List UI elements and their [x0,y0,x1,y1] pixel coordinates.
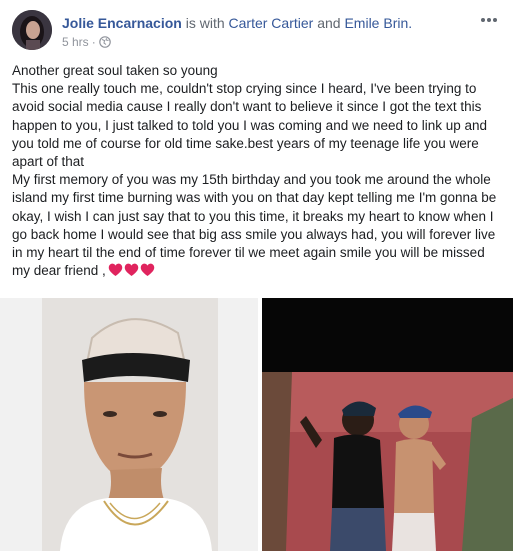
post-meta: 5 hrs · [62,34,111,50]
photo-portrait[interactable] [0,298,258,551]
and-text: and [317,15,341,31]
post-title-line: Jolie Encarnacion is with Carter Cartier… [62,14,412,32]
hearts-emoji [108,263,155,277]
post-paragraph: This one really touch me, couldn't stop … [12,81,488,170]
tagged-friend-link[interactable]: Emile Brin. [344,15,412,31]
post-paragraph: My first memory of you was my 15th birth… [12,171,502,280]
author-avatar[interactable] [12,10,52,50]
heart-icon [124,263,139,277]
post-body: Another great soul taken so young This o… [12,62,502,280]
author-name-link[interactable]: Jolie Encarnacion [62,15,182,31]
facebook-post: Jolie Encarnacion is with Carter Cartier… [0,0,513,551]
post-header: Jolie Encarnacion is with Carter Cartier… [12,10,505,54]
photo-grid [0,298,513,551]
heart-icon [108,263,123,277]
meta-separator: · [91,35,96,49]
photo-group[interactable] [262,298,513,551]
with-text: is with [185,15,225,31]
post-paragraph-text: My first memory of you was my 15th birth… [12,172,497,279]
post-paragraph: Another great soul taken so young [12,63,218,78]
post-timestamp[interactable]: 5 hrs [62,34,89,50]
more-icon[interactable] [479,12,499,28]
globe-icon[interactable] [98,36,111,48]
tagged-friend-link[interactable]: Carter Cartier [229,15,314,31]
heart-icon [140,263,155,277]
